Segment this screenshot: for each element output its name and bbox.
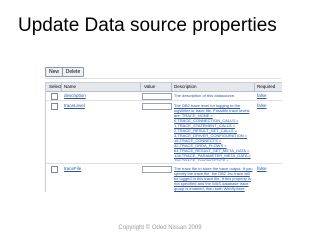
column-header-description[interactable]: Description — [174, 83, 197, 91]
table-row: traceFile The trace file to store the tr… — [46, 164, 282, 192]
slide-title: Update Data source properties — [18, 15, 277, 36]
table-header: Select Name Value Description Required — [46, 83, 282, 92]
property-value-input[interactable] — [142, 166, 172, 173]
column-header-select[interactable]: Select — [49, 83, 62, 91]
property-description: The trace file to store the trace output… — [174, 166, 253, 192]
property-required: false — [257, 166, 267, 171]
properties-table: Select Name Value Description Required d… — [45, 82, 282, 192]
table-row: traceLevel The DB2 trace level for loggi… — [46, 101, 282, 164]
property-description: The DB2 trace level for logging to the l… — [174, 103, 251, 161]
column-header-value[interactable]: Value — [144, 83, 155, 91]
row-select-checkbox[interactable] — [51, 166, 58, 173]
table-row: description The description of this data… — [46, 92, 282, 101]
delete-button[interactable]: Delete — [62, 67, 84, 77]
row-select-checkbox[interactable] — [51, 103, 58, 110]
column-header-required[interactable]: Required — [257, 83, 275, 91]
new-button[interactable]: New — [45, 67, 63, 77]
property-value-input[interactable] — [142, 103, 172, 110]
console-screenshot: New Delete Select Name Value Description… — [40, 60, 282, 192]
column-divider — [254, 83, 255, 91]
property-name-link[interactable]: traceLevel — [64, 103, 85, 109]
property-required: false — [257, 93, 267, 98]
property-name-link[interactable]: traceFile — [64, 166, 81, 172]
column-divider — [61, 83, 62, 91]
property-required: false — [257, 103, 267, 108]
property-name-link[interactable]: description — [64, 93, 86, 99]
table-toolbar: New Delete — [45, 66, 281, 79]
property-description: The description of this datasource. — [174, 93, 236, 98]
column-divider — [171, 83, 172, 91]
property-value-input[interactable] — [142, 93, 172, 100]
column-divider — [140, 83, 141, 91]
copyright-footer: Copyright © Oded Nissan 2009 — [118, 225, 202, 231]
row-select-checkbox[interactable] — [51, 93, 58, 100]
column-header-name[interactable]: Name — [64, 83, 76, 91]
